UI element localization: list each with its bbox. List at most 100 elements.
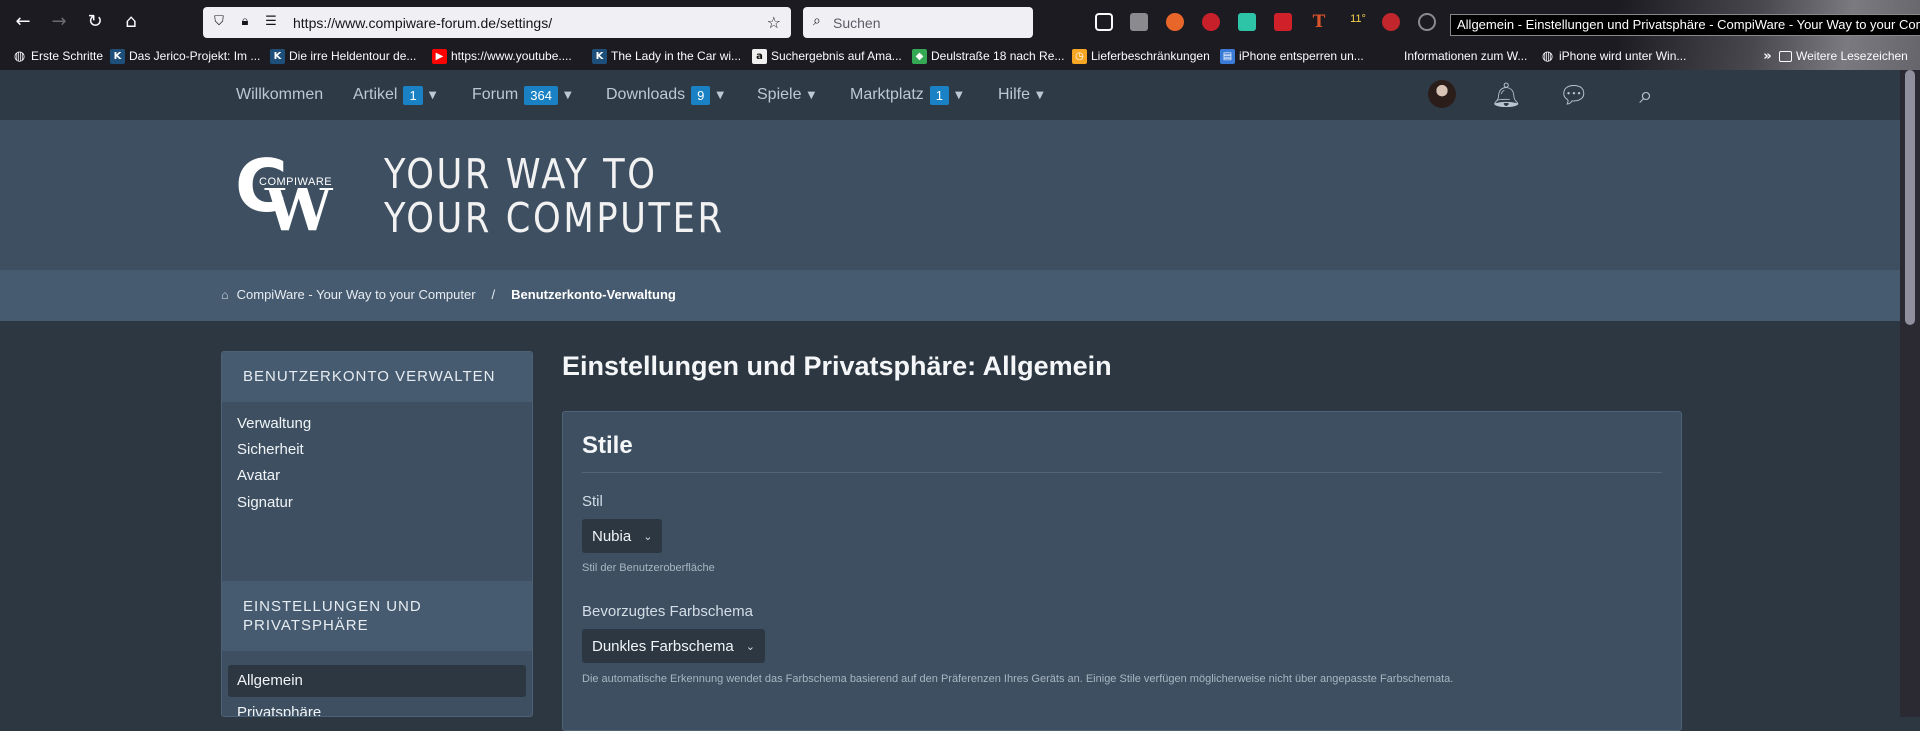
- search-icon: ⌕: [813, 13, 821, 29]
- bookmark-label: Das Jerico-Projekt: Im ...: [129, 49, 261, 63]
- sidebar-item-avatar[interactable]: Avatar: [237, 467, 280, 484]
- sidebar-section-title-settings: EINSTELLUNGEN UND PRIVATSPHÄRE: [222, 581, 532, 651]
- bookmark-item[interactable]: ◷ Lieferbeschränkungen: [1072, 47, 1210, 65]
- reload-icon[interactable]: ↻: [83, 10, 107, 34]
- bookmark-item[interactable]: K Die irre Heldentour de...: [270, 47, 416, 65]
- back-icon[interactable]: ←: [11, 10, 35, 34]
- nav-item-marktplatz[interactable]: Marktplatz 1 ▼: [850, 85, 963, 105]
- bookmark-item[interactable]: K Das Jerico-Projekt: Im ...: [110, 47, 260, 65]
- bookmark-item[interactable]: ▤ iPhone entsperren un...: [1220, 47, 1364, 65]
- bookmark-label: Informationen zum W...: [1404, 49, 1528, 63]
- save-extension-icon[interactable]: [1274, 13, 1292, 31]
- count-badge: 1: [929, 85, 950, 105]
- permissions-icon[interactable]: ☰: [263, 14, 279, 30]
- home-icon[interactable]: ⌂: [119, 10, 143, 34]
- sidebar-item-privatsphaere[interactable]: Privatsphäre: [237, 704, 321, 716]
- text-extension-icon[interactable]: T: [1310, 13, 1328, 31]
- bookmark-label: Deulstraße 18 nach Re...: [931, 49, 1065, 63]
- search-icon[interactable]: ⌕: [1630, 80, 1662, 110]
- breadcrumb-home-link[interactable]: CompiWare - Your Way to your Computer: [237, 287, 476, 302]
- bookmark-label: Die irre Heldentour de...: [289, 49, 417, 63]
- forward-icon[interactable]: →: [47, 10, 71, 34]
- nav-item-artikel[interactable]: Artikel 1 ▼: [353, 85, 436, 105]
- scrollbar-thumb[interactable]: [1905, 70, 1915, 325]
- avatar[interactable]: [1428, 80, 1456, 108]
- panel-divider: [582, 472, 1662, 473]
- sidebar-item-sicherheit[interactable]: Sicherheit: [237, 441, 304, 458]
- forum-navigation: 🔔︎ 💬︎ ⌕ Willkommen Artikel 1 ▼ Forum 364 ▼ Down…: [0, 70, 1900, 120]
- bell-icon[interactable]: 🔔︎: [1490, 80, 1522, 110]
- bookmark-item[interactable]: ▶ https://www.youtube....: [432, 47, 572, 65]
- extension-red-circle-icon[interactable]: [1202, 13, 1220, 31]
- extension-orange-icon[interactable]: [1166, 13, 1184, 31]
- extension-circle-icon[interactable]: [1418, 13, 1436, 31]
- count-badge: 364: [524, 85, 558, 105]
- bookmark-label: Suchergebnis auf Ama...: [771, 49, 902, 63]
- extension-grey-icon[interactable]: [1130, 13, 1148, 31]
- extension-face-icon[interactable]: [1382, 13, 1400, 31]
- nav-item-spiele[interactable]: Spiele ▼: [757, 85, 815, 105]
- weather-icon[interactable]: 11°: [1346, 13, 1370, 31]
- page-scrollbar[interactable]: [1900, 70, 1920, 717]
- shield-icon[interactable]: ⛉: [211, 14, 227, 30]
- bookmark-item[interactable]: a Suchergebnis auf Ama...: [752, 47, 902, 65]
- breadcrumb-current[interactable]: Benutzerkonto-Verwaltung: [511, 287, 676, 302]
- chevron-down-icon: ⌄: [643, 529, 653, 543]
- panel-title: Stile: [582, 432, 633, 459]
- k-site-icon: K: [110, 48, 125, 64]
- bookmark-item[interactable]: ◍ Erste Schritte: [12, 47, 103, 65]
- home-icon[interactable]: ⌂: [221, 288, 229, 302]
- conversations-icon[interactable]: 💬︎: [1558, 80, 1590, 110]
- search-input[interactable]: ⌕ Suchen: [803, 7, 1033, 38]
- style-select[interactable]: Nubia ⌄: [582, 519, 663, 553]
- sidebar-item-signatur[interactable]: Signatur: [237, 494, 293, 511]
- bookmark-item[interactable]: ◍ iPhone wird unter Win...: [1540, 47, 1687, 65]
- nav-item-label: Marktplatz: [850, 86, 924, 103]
- extension-teal-icon[interactable]: [1238, 13, 1256, 31]
- color-scheme-select-value: Dunkles Farbschema: [592, 637, 734, 655]
- color-scheme-select[interactable]: Dunkles Farbschema ⌄: [582, 629, 765, 663]
- bookmark-item[interactable]: Informationen zum W...: [1385, 47, 1527, 65]
- more-bookmarks-button[interactable]: » Weitere Lesezeichen: [1760, 47, 1908, 65]
- account-sidebar: BENUTZERKONTO VERWALTEN Verwaltung Siche…: [221, 351, 533, 717]
- tagline-line-2: YOUR COMPUTER: [384, 194, 725, 242]
- bookmark-item[interactable]: ◆ Deulstraße 18 nach Re...: [912, 47, 1064, 65]
- weather-temp: 11°: [1350, 13, 1366, 25]
- bookmark-label: Erste Schritte: [31, 49, 104, 63]
- bookmark-star-icon[interactable]: ☆: [767, 13, 781, 32]
- site-logo[interactable]: C W COMPIWARE: [235, 150, 345, 245]
- bookmark-item[interactable]: K The Lady in the Car wi...: [592, 47, 741, 65]
- caret-down-icon[interactable]: ▼: [564, 90, 572, 101]
- nav-item-willkommen[interactable]: Willkommen: [236, 85, 323, 105]
- bookmark-label: Lieferbeschränkungen: [1091, 49, 1210, 63]
- breadcrumb-separator: /: [491, 287, 496, 302]
- sidebar-item-verwaltung[interactable]: Verwaltung: [237, 415, 311, 432]
- sidebar-item-allgemein[interactable]: Allgemein: [228, 665, 526, 697]
- globe-icon: ◍: [1541, 48, 1554, 64]
- main-content: BENUTZERKONTO VERWALTEN Verwaltung Siche…: [0, 321, 1900, 731]
- lock-icon[interactable]: 🔒︎: [237, 14, 253, 30]
- sidebar-section-title-account: BENUTZERKONTO VERWALTEN: [222, 352, 532, 402]
- window-title-tooltip: Allgemein - Einstellungen und Privatsphä…: [1450, 14, 1920, 36]
- color-scheme-hint: Die automatische Erkennung wendet das Fa…: [582, 673, 1454, 685]
- site-banner: C W COMPIWARE YOUR WAY TO YOUR COMPUTER: [0, 120, 1900, 270]
- caret-down-icon[interactable]: ▼: [1036, 90, 1044, 101]
- bookmark-label: iPhone entsperren un...: [1239, 49, 1364, 63]
- nav-item-downloads[interactable]: Downloads 9 ▼: [606, 85, 724, 105]
- article-icon: ▤: [1220, 48, 1235, 64]
- caret-down-icon[interactable]: ▼: [429, 90, 437, 101]
- url-text[interactable]: https://www.compiware-forum.de/settings/: [293, 15, 552, 31]
- amazon-icon: a: [752, 48, 767, 64]
- nav-item-hilfe[interactable]: Hilfe ▼: [998, 85, 1044, 105]
- tagline-line-1: YOUR WAY TO: [384, 150, 658, 198]
- caret-down-icon[interactable]: ▼: [955, 90, 963, 101]
- youtube-icon: ▶: [432, 48, 447, 64]
- color-scheme-label: Bevorzugtes Farbschema: [582, 603, 753, 620]
- url-bar[interactable]: ⛉ 🔒︎ ☰ https://www.compiware-forum.de/se…: [203, 7, 791, 38]
- nav-item-forum[interactable]: Forum 364 ▼: [472, 85, 572, 105]
- sidebar-section-title-line-2: PRIVATSPHÄRE: [243, 617, 369, 634]
- bookmark-label: https://www.youtube....: [451, 49, 572, 63]
- pocket-icon[interactable]: [1095, 13, 1113, 31]
- caret-down-icon[interactable]: ▼: [716, 90, 724, 101]
- caret-down-icon[interactable]: ▼: [807, 90, 815, 101]
